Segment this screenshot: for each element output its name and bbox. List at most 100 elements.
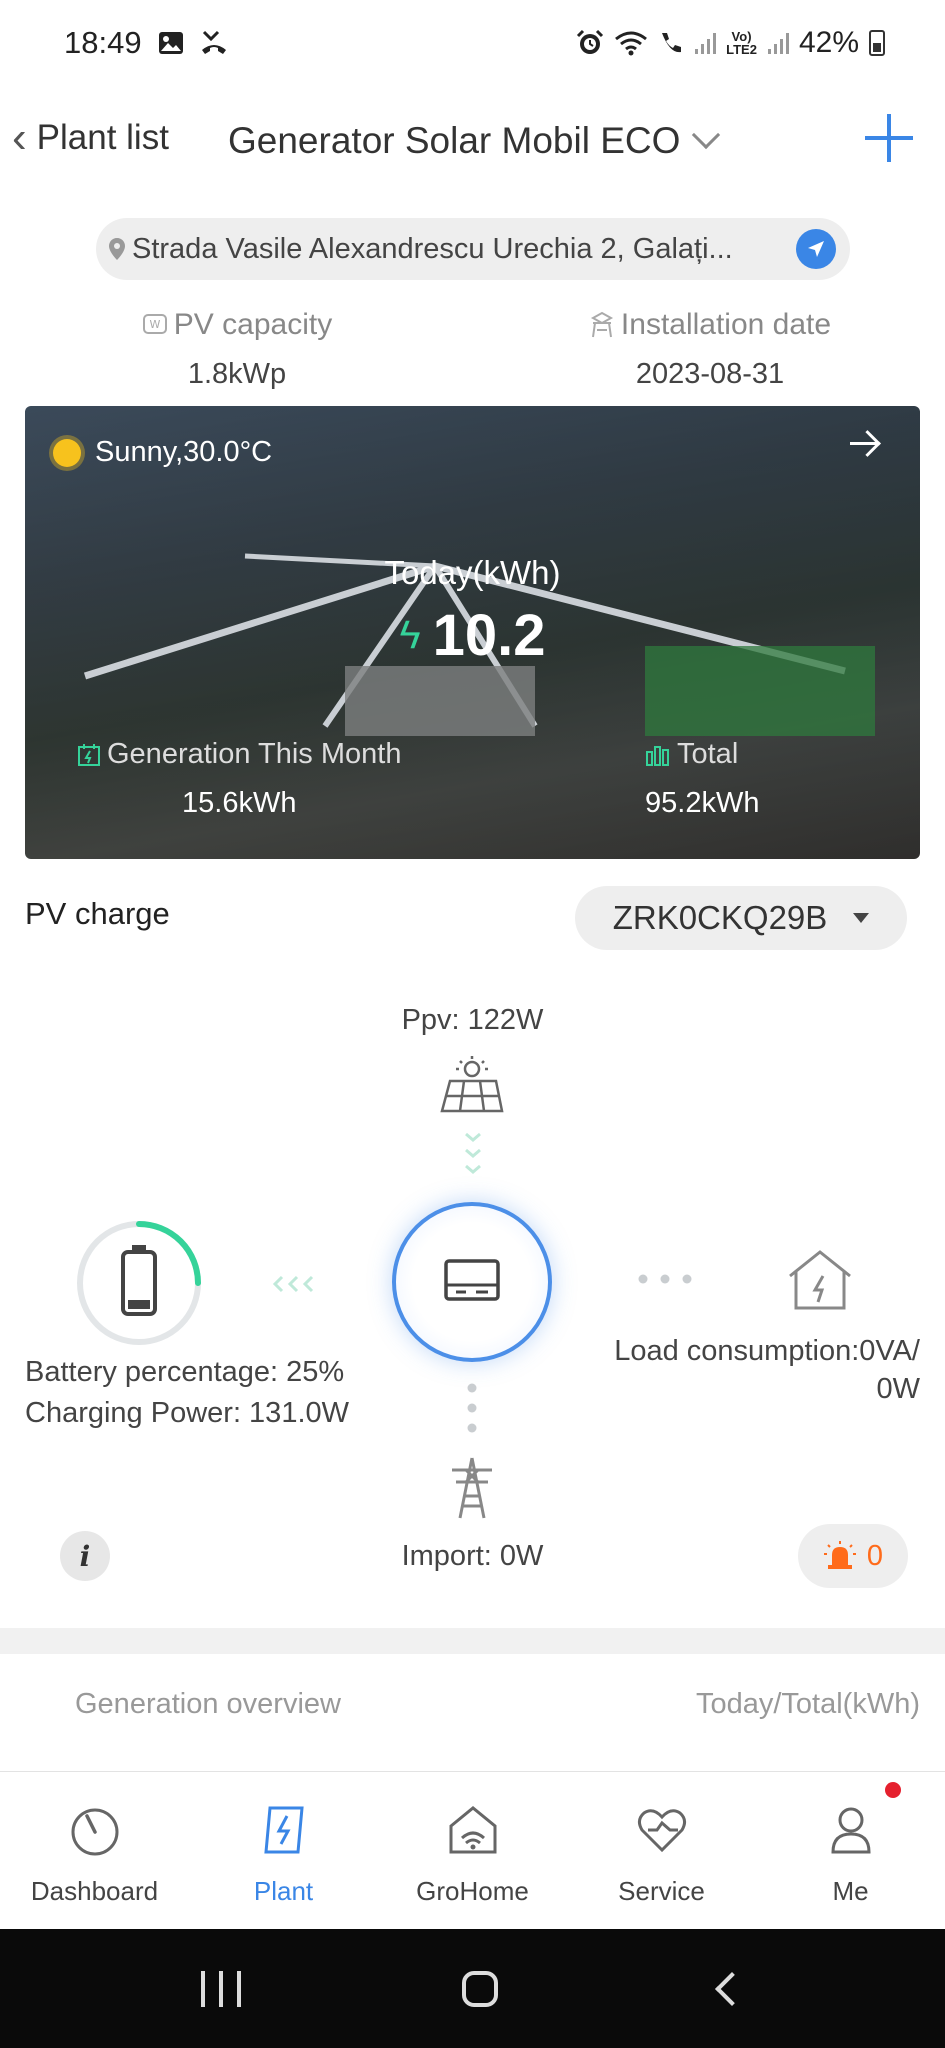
section-divider: [0, 1628, 945, 1654]
plant-name: Generator Solar Mobil ECO: [228, 120, 681, 161]
app-header: ‹ Plant list Generator Solar Mobil ECO: [0, 100, 945, 180]
notification-dot: [885, 1782, 901, 1798]
chevron-left-icon: ‹: [12, 113, 27, 162]
status-bar: 18:49 Vo) LTE2 42%: [0, 0, 945, 86]
installation-date: Installation date 2023-08-31: [570, 308, 850, 391]
tab-service-label: Service: [618, 1876, 705, 1906]
sun-icon: [53, 438, 81, 467]
recent-apps-button[interactable]: [200, 1970, 241, 2007]
chevron-down-icon: [692, 120, 721, 150]
today-label: Today(kWh): [384, 554, 561, 591]
solar-panel-icon: [440, 1056, 504, 1113]
battery-info: Battery percentage: 25% Charging Power: …: [25, 1352, 349, 1434]
total-label: Total: [677, 738, 739, 770]
status-right: Vo) LTE2 42%: [576, 26, 885, 60]
alarm-button[interactable]: 0: [798, 1524, 908, 1588]
navigation-icon[interactable]: [796, 229, 836, 269]
back-label: Plant list: [36, 118, 169, 157]
house-icon: [789, 1250, 851, 1310]
inverter-node[interactable]: [392, 1202, 552, 1362]
weather-text: Sunny,30.0°C: [95, 436, 273, 468]
battery-percent: 42%: [798, 26, 859, 59]
month-label: Generation This Month: [107, 738, 402, 770]
load-info: Load consumption:0VA/ 0W: [560, 1332, 920, 1408]
home-button[interactable]: [462, 1970, 499, 2007]
generation-overview-unit: Today/Total(kWh): [695, 1688, 920, 1720]
wifi-call-icon: [662, 33, 682, 53]
alarm-siren-icon: [823, 1541, 856, 1569]
address-bar[interactable]: Strada Vasile Alexandrescu Urechia 2, Ga…: [96, 218, 850, 280]
tab-service[interactable]: Service: [567, 1772, 756, 1929]
tab-me[interactable]: Me: [756, 1772, 945, 1929]
alarm-count: 0: [866, 1539, 884, 1572]
month-value: 15.6kWh: [182, 787, 297, 819]
service-icon: [637, 1809, 686, 1853]
tab-dashboard-label: Dashboard: [30, 1876, 159, 1906]
load-flow-dots: [638, 1274, 692, 1284]
generation-month: Generation This Month 15.6kWh: [77, 738, 401, 820]
signal-icon: [695, 33, 717, 54]
generation-banner[interactable]: Sunny,30.0°C Today(kWh) ϟ 10.2 Generatio…: [25, 406, 920, 859]
today-value-row: ϟ 10.2: [25, 602, 920, 669]
generation-total: Total 95.2kWh: [645, 738, 759, 820]
capacity-icon: W: [142, 314, 167, 334]
tab-plant-label: Plant: [253, 1876, 314, 1906]
grid-flow-dots: [467, 1383, 477, 1433]
wifi-icon: [615, 31, 648, 56]
clock: 18:49: [64, 25, 142, 60]
back-button[interactable]: ‹ Plant list: [12, 113, 169, 162]
pv-charge-label: PV charge: [25, 896, 170, 931]
pv-capacity-value: 1.8kWp: [187, 358, 287, 390]
tab-plant[interactable]: Plant: [189, 1772, 378, 1929]
signal-icon-2: [767, 33, 789, 54]
grohome-icon: [449, 1806, 496, 1854]
weather: Sunny,30.0°C: [49, 436, 272, 469]
battery-flow-arrows: [272, 1275, 314, 1293]
inverter-icon: [444, 1259, 500, 1301]
lightning-icon: ϟ: [399, 613, 421, 657]
install-date-value: 2023-08-31: [635, 358, 785, 390]
network-tag: Vo) LTE2: [726, 30, 757, 56]
installation-icon: [590, 311, 613, 338]
energy-flow: Ppv: 122W Battery percentage: 25% Chargi…: [0, 980, 945, 1580]
tab-me-label: Me: [832, 1876, 869, 1906]
plus-icon[interactable]: [861, 110, 917, 166]
pv-capacity: W PV capacity 1.8kWp: [112, 308, 362, 391]
plant-icon: [263, 1806, 304, 1854]
tab-grohome-label: GroHome: [416, 1876, 529, 1906]
total-value: 95.2kWh: [645, 787, 760, 819]
alarm-icon: [577, 29, 604, 54]
tab-bar: Dashboard Plant GroHome Service Me: [0, 1771, 945, 1929]
network-tag-bottom: LTE2: [726, 42, 757, 57]
dashboard-icon: [71, 1808, 118, 1856]
battery-percentage: Battery percentage: 25%: [25, 1356, 345, 1388]
address-text: Strada Vasile Alexandrescu Urechia 2, Ga…: [132, 232, 733, 265]
load-watts: 0W: [876, 1373, 921, 1405]
ppv-value: Ppv: 122W: [401, 1004, 544, 1036]
location-pin-icon: [109, 238, 125, 260]
today-value: 10.2: [432, 603, 546, 668]
missed-call-icon: [201, 30, 226, 54]
pv-charge-row: PV charge ZRK0CKQ29B: [0, 882, 945, 950]
image-icon: [158, 32, 183, 54]
install-date-label: Installation date: [620, 308, 832, 341]
triangle-down-icon: [853, 913, 870, 923]
load-consumption: Load consumption:0VA/: [614, 1335, 920, 1367]
device-select[interactable]: ZRK0CKQ29B: [575, 886, 907, 950]
status-left: 18:49: [64, 25, 228, 61]
pv-capacity-label: PV capacity: [173, 308, 333, 341]
bar-chart-icon: [646, 745, 669, 766]
me-icon: [830, 1807, 871, 1854]
arrow-right-icon[interactable]: [850, 442, 878, 445]
svg-text:W: W: [149, 318, 160, 331]
battery-icon: [869, 30, 885, 56]
calendar-icon: [78, 743, 100, 766]
tab-dashboard[interactable]: Dashboard: [0, 1772, 189, 1929]
down-flow-arrows: [465, 1132, 481, 1174]
plant-selector[interactable]: Generator Solar Mobil ECO: [228, 120, 721, 162]
tab-grohome[interactable]: GroHome: [378, 1772, 567, 1929]
device-serial: ZRK0CKQ29B: [612, 899, 828, 936]
charging-power: Charging Power: 131.0W: [25, 1397, 349, 1429]
system-back-button[interactable]: [715, 1971, 750, 2006]
generation-overview-title: Generation overview: [75, 1688, 341, 1720]
